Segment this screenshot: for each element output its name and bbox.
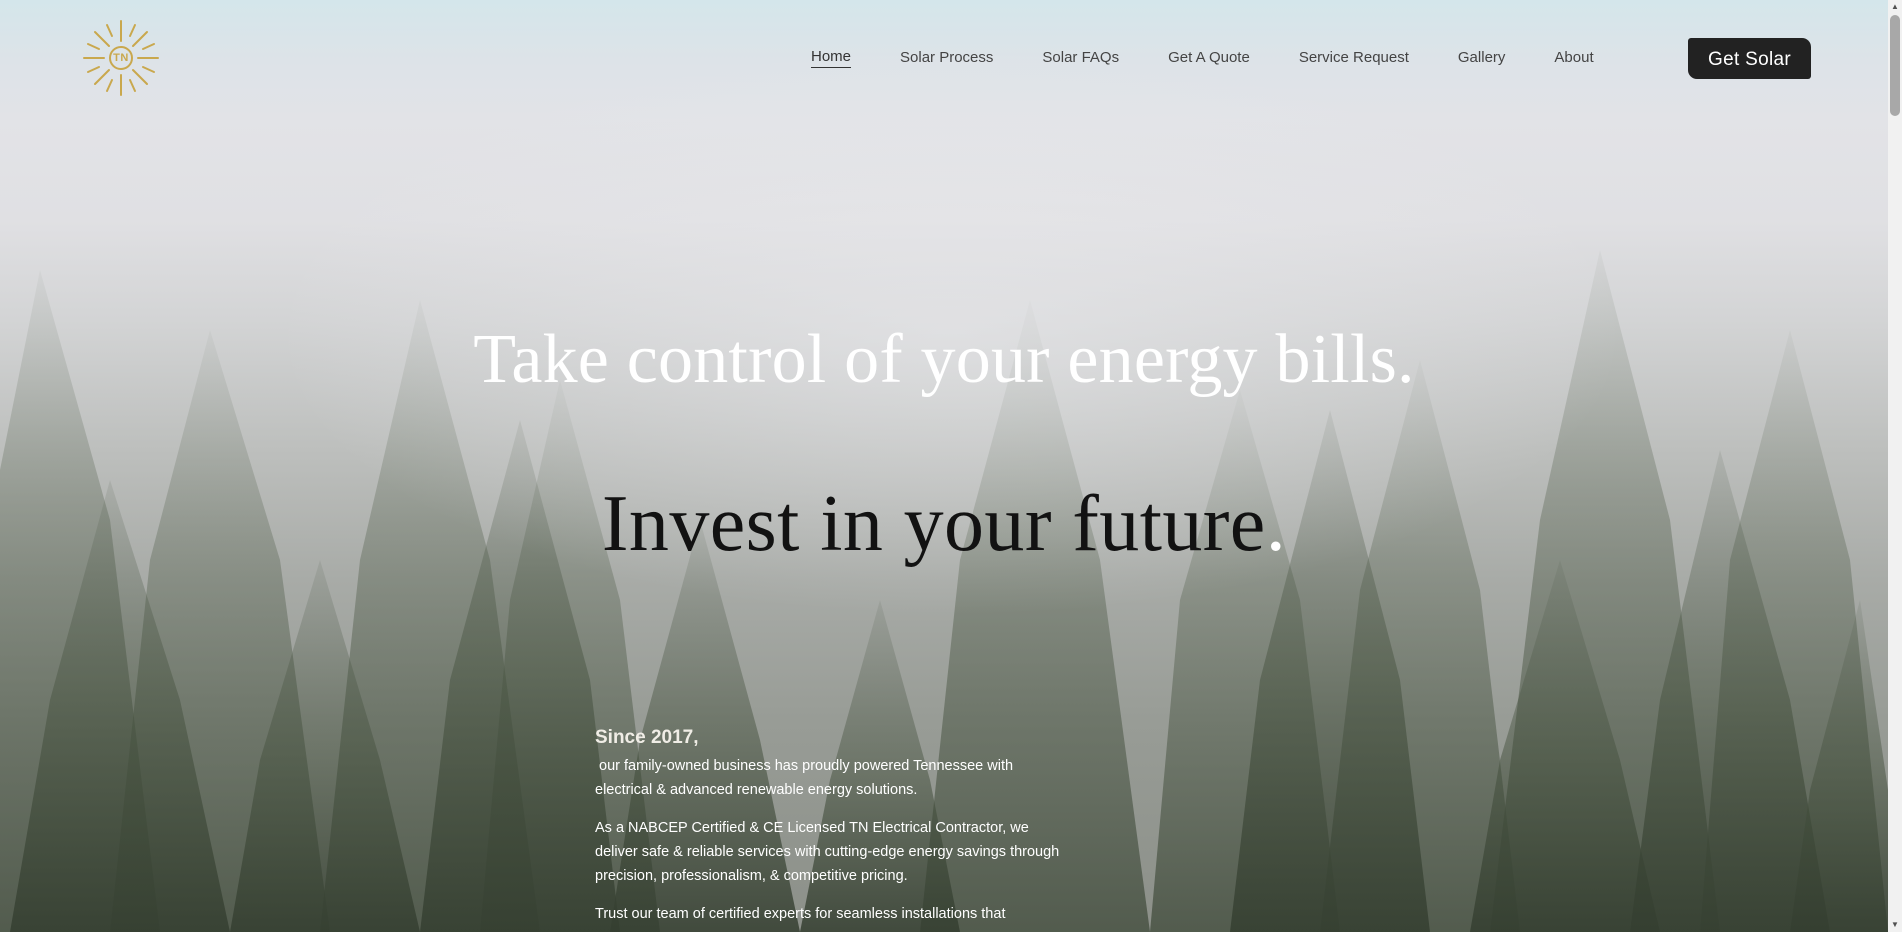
intro-heading: Since 2017, bbox=[595, 727, 699, 748]
nav-solar-faqs[interactable]: Solar FAQs bbox=[1042, 49, 1119, 67]
intro-section: Since 2017, our family-owned business ha… bbox=[595, 724, 1065, 932]
nav-service-request[interactable]: Service Request bbox=[1299, 49, 1409, 67]
intro-paragraph: As a NABCEP Certified & CE Licensed TN E… bbox=[595, 820, 1060, 884]
vertical-scrollbar[interactable]: ▲ ▼ bbox=[1888, 0, 1902, 932]
nav-home[interactable]: Home bbox=[811, 48, 852, 68]
intro-paragraph: Trust our team of certified experts for … bbox=[595, 906, 1006, 922]
nav-solar-process[interactable]: Solar Process bbox=[900, 49, 993, 67]
triangle-up-icon[interactable]: ▲ bbox=[1888, 0, 1902, 14]
intro-paragraph: our family-owned business has proudly po… bbox=[595, 758, 1018, 798]
triangle-down-icon[interactable]: ▼ bbox=[1888, 918, 1902, 932]
nav-gallery[interactable]: Gallery bbox=[1458, 49, 1506, 67]
page: TN Home Solar Process Solar FAQs Get A Q… bbox=[0, 0, 1902, 932]
main-nav: Home Solar Process Solar FAQs Get A Quot… bbox=[811, 48, 1643, 68]
hero-headline-dot: . bbox=[1265, 480, 1287, 568]
site-header: TN Home Solar Process Solar FAQs Get A Q… bbox=[0, 0, 1888, 116]
get-solar-button[interactable]: Get Solar bbox=[1688, 38, 1811, 79]
nav-about[interactable]: About bbox=[1554, 49, 1593, 67]
scrollbar-thumb[interactable] bbox=[1890, 15, 1900, 116]
nav-get-a-quote[interactable]: Get A Quote bbox=[1168, 49, 1250, 67]
site-logo[interactable]: TN bbox=[82, 19, 160, 97]
hero-headline-secondary: Invest in your future. bbox=[0, 476, 1888, 572]
hero-headline-primary: Take control of your energy bills. bbox=[473, 321, 1415, 398]
logo-text: TN bbox=[113, 52, 129, 64]
hero-headline-secondary-text: Invest in your future bbox=[601, 480, 1266, 568]
